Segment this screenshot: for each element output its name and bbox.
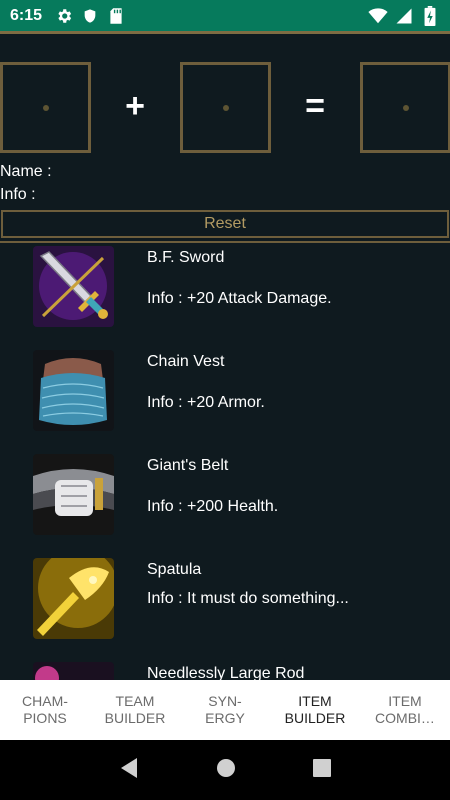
tab-item-builder[interactable]: ITEM BUILDER <box>270 680 360 740</box>
battery-charging-icon <box>420 6 440 26</box>
signal-icon <box>394 6 414 26</box>
name-label: Name : <box>0 163 52 180</box>
screen: 6:15 + = Name : Info : Reset B.F. Sword … <box>0 0 450 800</box>
equals-sign: = <box>305 87 325 125</box>
list-divider <box>0 241 450 243</box>
shield-icon <box>80 6 100 26</box>
plus-sign: + <box>125 87 145 125</box>
recents-icon[interactable] <box>313 758 332 782</box>
item-slot-result[interactable] <box>360 62 450 153</box>
item-name: Giant's Belt <box>147 457 229 474</box>
top-divider <box>0 31 450 34</box>
item-info: Info : +200 Health. <box>147 498 279 515</box>
list-item[interactable]: Giant's Belt Info : +200 Health. <box>0 452 450 552</box>
item-list[interactable]: B.F. Sword Info : +20 Attack Damage. Cha… <box>0 244 450 680</box>
item-info: Info : +20 Armor. <box>147 394 265 411</box>
item-slot-first[interactable] <box>0 62 91 153</box>
empty-slot-dot <box>222 104 229 111</box>
list-item[interactable]: Spatula Info : It must do something... <box>0 556 450 656</box>
sd-card-icon <box>106 6 126 26</box>
bottom-tab-bar: CHAM- PIONS TEAM BUILDER SYN- ERGY ITEM … <box>0 680 450 740</box>
item-name: Needlessly Large Rod <box>147 665 305 680</box>
empty-slot-dot <box>402 104 409 111</box>
list-item[interactable]: B.F. Sword Info : +20 Attack Damage. <box>0 244 450 344</box>
wifi-icon <box>368 6 388 26</box>
tab-synergy[interactable]: SYN- ERGY <box>180 680 270 740</box>
item-name: Chain Vest <box>147 353 225 370</box>
tab-team-builder[interactable]: TEAM BUILDER <box>90 680 180 740</box>
status-bar: 6:15 <box>0 0 450 32</box>
combination-details: Name : Info : <box>0 160 52 206</box>
item-name: Spatula <box>147 561 202 578</box>
reset-button[interactable]: Reset <box>1 210 449 238</box>
tab-item-combinations[interactable]: ITEM COMBI… <box>360 680 450 740</box>
home-icon[interactable] <box>216 758 236 783</box>
tab-champions[interactable]: CHAM- PIONS <box>0 680 90 740</box>
item-slot-second[interactable] <box>180 62 271 153</box>
list-item[interactable]: Needlessly Large Rod <box>0 660 450 680</box>
spatula-icon <box>33 558 114 639</box>
bf-sword-icon <box>33 246 114 327</box>
back-icon[interactable] <box>119 757 139 784</box>
list-item[interactable]: Chain Vest Info : +20 Armor. <box>0 348 450 448</box>
item-name: B.F. Sword <box>147 249 225 266</box>
info-label: Info : <box>0 186 36 203</box>
empty-slot-dot <box>42 104 49 111</box>
item-info: Info : +20 Attack Damage. <box>147 290 332 307</box>
chain-vest-icon <box>33 350 114 431</box>
navigation-bar <box>0 740 450 800</box>
giants-belt-icon <box>33 454 114 535</box>
needlessly-large-rod-icon <box>33 662 114 680</box>
item-info: Info : It must do something... <box>147 590 349 607</box>
settings-icon <box>54 6 74 26</box>
status-time: 6:15 <box>10 7 43 24</box>
